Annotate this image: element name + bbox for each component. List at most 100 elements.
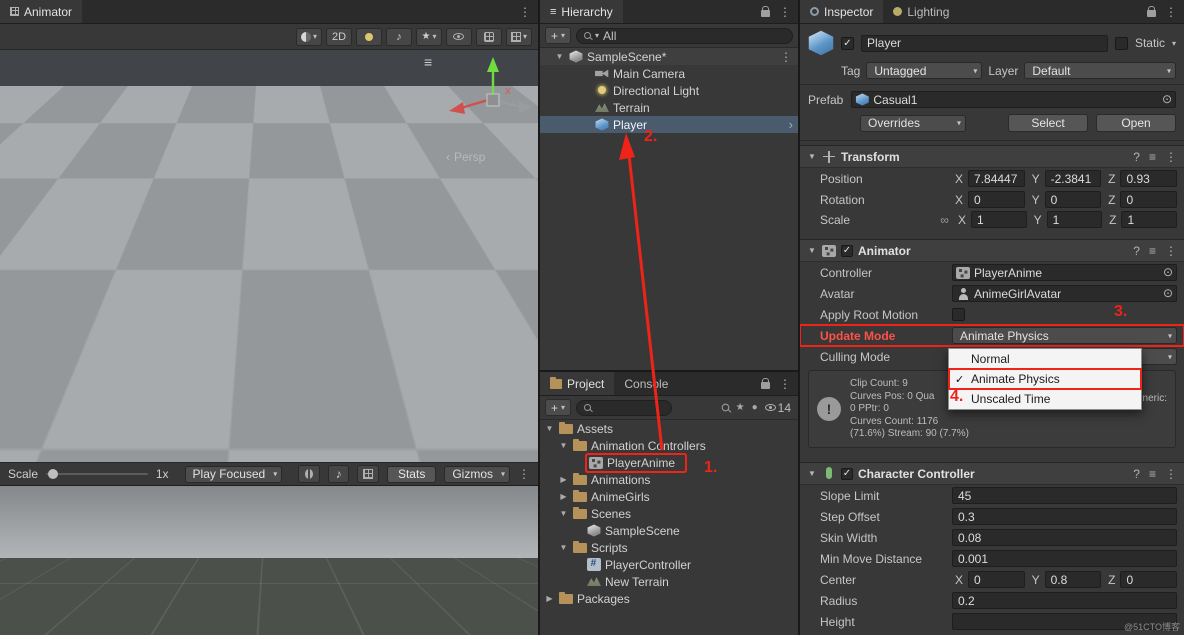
scale-z-field[interactable]: 1 — [1121, 211, 1177, 228]
skin-width-field[interactable]: 0.08 — [952, 529, 1177, 546]
scale-x-field[interactable]: 1 — [971, 211, 1027, 228]
scene-lighting-toggle[interactable] — [356, 28, 382, 46]
controller-object-field[interactable]: PlayerAnime ⊙ — [952, 264, 1177, 281]
project-item-packages[interactable]: ▶Packages — [540, 590, 798, 607]
scale-slider[interactable] — [46, 473, 148, 475]
animator-header[interactable]: ▼ ✓ Animator ? ≡ ⋮ — [800, 240, 1184, 262]
tab-inspector[interactable]: Inspector — [800, 0, 883, 23]
min-move-distance-field[interactable]: 0.001 — [952, 550, 1177, 567]
project-item-new-terrain[interactable]: New Terrain — [540, 573, 798, 590]
inspector-menu-kebab-icon[interactable]: ⋮ — [1165, 6, 1177, 18]
overrides-dropdown[interactable]: Overrides — [860, 115, 966, 132]
hierarchy-item-terrain[interactable]: Terrain — [540, 99, 798, 116]
game-viewport[interactable] — [0, 486, 538, 635]
position-x-field[interactable]: 7.84447 — [968, 170, 1025, 187]
foldout-icon[interactable]: ▶ — [558, 492, 569, 501]
grid-dropdown[interactable]: ▾ — [506, 28, 532, 46]
foldout-icon[interactable]: ▼ — [807, 246, 817, 255]
cc-enabled-checkbox[interactable]: ✓ — [841, 468, 853, 480]
gameobject-name-field[interactable]: Player — [861, 35, 1108, 52]
scene-audio-toggle[interactable]: ♪ — [386, 28, 412, 46]
project-search-input[interactable] — [576, 400, 672, 416]
project-menu-kebab-icon[interactable]: ⋮ — [779, 378, 791, 390]
help-icon[interactable]: ? — [1133, 467, 1140, 481]
hierarchy-item-directional-light[interactable]: Directional Light — [540, 82, 798, 99]
game-menu-kebab-icon[interactable]: ⋮ — [518, 468, 530, 480]
object-picker-icon[interactable]: ⊙ — [1163, 265, 1173, 279]
create-asset-button[interactable]: +▾ — [545, 399, 571, 416]
hierarchy-item-samplescene[interactable]: ▼SampleScene*⋮ — [540, 48, 798, 65]
object-picker-icon[interactable]: ⊙ — [1162, 92, 1172, 106]
kebab-icon[interactable]: ⋮ — [1165, 151, 1177, 163]
search-by-type-icon[interactable] — [721, 404, 729, 412]
scene-menu-kebab-icon[interactable]: ⋮ — [519, 6, 531, 18]
create-object-button[interactable]: +▾ — [545, 27, 571, 44]
rotation-z-field[interactable]: 0 — [1120, 191, 1177, 208]
kebab-icon[interactable]: ⋮ — [780, 51, 798, 63]
foldout-icon[interactable]: ▼ — [544, 424, 555, 433]
foldout-icon[interactable]: ▼ — [558, 509, 569, 518]
foldout-icon[interactable]: ▼ — [554, 52, 565, 61]
presets-icon[interactable]: ≡ — [1149, 150, 1156, 164]
effects-dropdown[interactable]: ★▾ — [416, 28, 442, 46]
tab-animator[interactable]: Animator — [0, 0, 82, 23]
gizmos-dropdown[interactable]: Gizmos — [444, 466, 510, 483]
select-button[interactable]: Select — [1008, 114, 1088, 132]
transform-header[interactable]: ▼ Transform ? ≡ ⋮ — [800, 146, 1184, 168]
foldout-icon[interactable]: ▶ — [544, 594, 555, 603]
scale-y-field[interactable]: 1 — [1047, 211, 1103, 228]
perspective-label[interactable]: ‹ Persp — [446, 150, 485, 164]
active-checkbox[interactable]: ✓ — [841, 37, 854, 50]
search-by-label-icon[interactable]: ★ — [736, 402, 745, 413]
object-picker-icon[interactable]: ⊙ — [1163, 286, 1173, 300]
hierarchy-item-main-camera[interactable]: Main Camera — [540, 65, 798, 82]
update-mode-option-unscaled-time[interactable]: Unscaled Time — [949, 389, 1141, 409]
debug-bug-button[interactable] — [298, 465, 320, 483]
foldout-icon[interactable]: ▼ — [558, 441, 569, 450]
project-item-animations[interactable]: ▶Animations — [540, 471, 798, 488]
project-item-scripts[interactable]: ▼Scripts — [540, 539, 798, 556]
render-mode-dropdown[interactable]: ▾ — [296, 28, 322, 46]
stats-button[interactable]: Stats — [387, 466, 436, 483]
camera-overlay-button[interactable] — [476, 28, 502, 46]
play-focused-dropdown[interactable]: Play Focused — [185, 466, 283, 483]
foldout-icon[interactable]: ▼ — [807, 469, 817, 478]
scene-viewport[interactable]: ≡ x ‹ Persp — [0, 50, 538, 462]
help-icon[interactable]: ? — [1133, 150, 1140, 164]
animator-enabled-checkbox[interactable]: ✓ — [841, 245, 853, 257]
project-item-assets[interactable]: ▼Assets — [540, 420, 798, 437]
tag-dropdown[interactable]: Untagged — [866, 62, 982, 79]
hierarchy-search-input[interactable]: ▾ All — [576, 28, 793, 44]
lock-icon[interactable] — [761, 382, 770, 389]
tab-project[interactable]: Project — [540, 372, 614, 395]
slope-limit-field[interactable]: 45 — [952, 487, 1177, 504]
layer-dropdown[interactable]: Default — [1024, 62, 1176, 79]
mute-audio-button[interactable]: ♪ — [328, 465, 350, 483]
center-y-field[interactable]: 0.8 — [1045, 571, 1102, 588]
tab-hierarchy[interactable]: ≡ Hierarchy — [540, 0, 623, 23]
project-item-scenes[interactable]: ▼Scenes — [540, 505, 798, 522]
foldout-icon[interactable]: ▼ — [807, 152, 817, 161]
toggle-2d-button[interactable]: 2D — [326, 28, 352, 46]
position-z-field[interactable]: 0.93 — [1120, 170, 1177, 187]
vsync-grid-button[interactable] — [357, 465, 379, 483]
scene-visibility-toggle[interactable] — [446, 28, 472, 46]
radius-field[interactable]: 0.2 — [952, 592, 1177, 609]
project-item-samplescene[interactable]: SampleScene — [540, 522, 798, 539]
rotation-x-field[interactable]: 0 — [968, 191, 1025, 208]
help-icon[interactable]: ? — [1133, 244, 1140, 258]
info-icon[interactable]: ● — [752, 402, 758, 413]
lock-icon[interactable] — [1147, 10, 1156, 17]
static-checkbox[interactable] — [1115, 37, 1128, 50]
player-character[interactable] — [58, 234, 148, 334]
open-button[interactable]: Open — [1096, 114, 1176, 132]
update-mode-dropdown[interactable]: Animate Physics — [952, 327, 1177, 344]
step-offset-field[interactable]: 0.3 — [952, 508, 1177, 525]
hidden-items-count[interactable]: 14 — [765, 401, 791, 415]
kebab-icon[interactable]: ⋮ — [1165, 468, 1177, 480]
prefab-object-field[interactable]: Casual1 ⊙ — [851, 91, 1176, 108]
rotation-y-field[interactable]: 0 — [1045, 191, 1102, 208]
presets-icon[interactable]: ≡ — [1149, 467, 1156, 481]
prefab-expand-icon[interactable]: › — [789, 117, 798, 132]
hierarchy-item-player[interactable]: Player› — [540, 116, 798, 133]
